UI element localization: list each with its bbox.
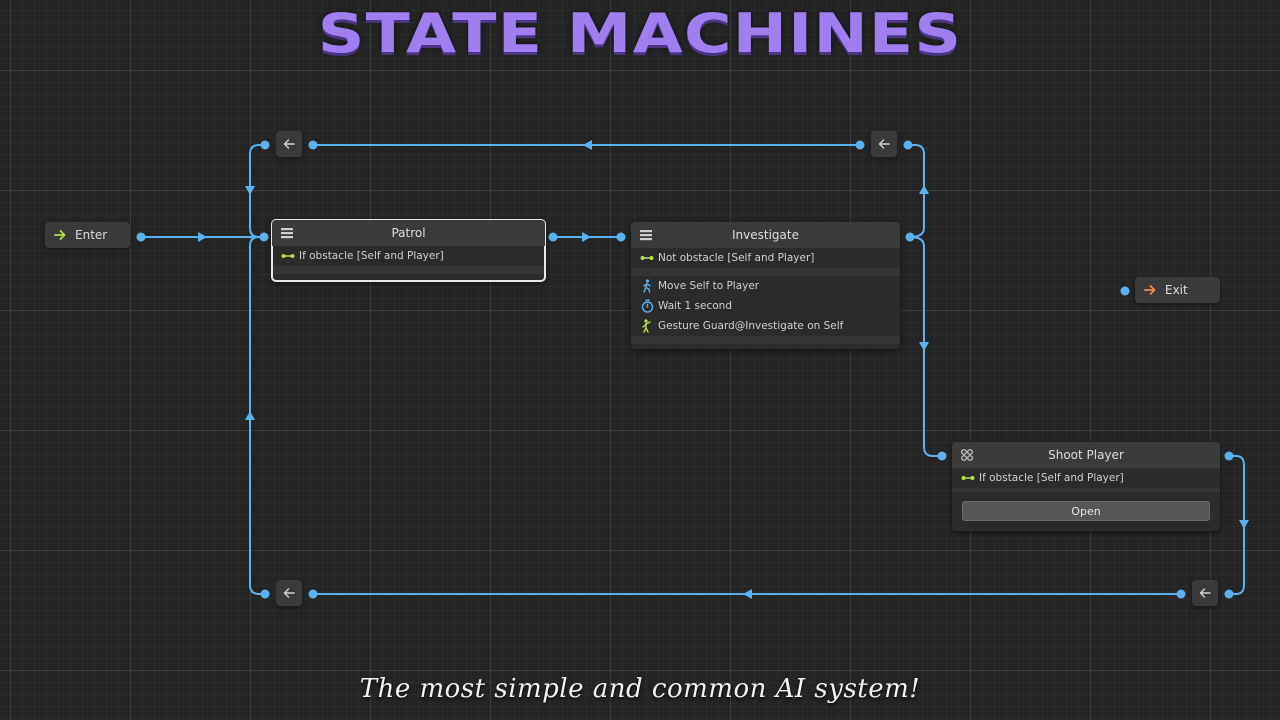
wire-arrow bbox=[1239, 520, 1249, 529]
action-row[interactable]: Move Self to Player bbox=[631, 276, 900, 296]
condition-row[interactable]: If obstacle [Self and Player] bbox=[272, 246, 545, 266]
wire-arrow bbox=[743, 589, 752, 599]
walking-person-icon bbox=[643, 279, 651, 293]
port-dot bbox=[905, 232, 915, 242]
arrow-right-icon bbox=[1144, 285, 1156, 295]
relay-node-top-left[interactable] bbox=[276, 131, 302, 157]
action-row[interactable]: Wait 1 second bbox=[631, 296, 900, 316]
exit-label: Exit bbox=[1165, 283, 1188, 297]
condition-icon bbox=[961, 476, 975, 480]
arrow-left-icon bbox=[1199, 588, 1211, 598]
condition-row[interactable]: Not obstacle [Self and Player] bbox=[631, 248, 900, 268]
wire-arrow bbox=[582, 232, 591, 242]
port-dot bbox=[937, 451, 947, 461]
port-dot bbox=[1176, 589, 1186, 599]
port-dot bbox=[308, 140, 318, 150]
wire-arrow bbox=[583, 140, 592, 150]
state-node-investigate[interactable]: Investigate Not obstacle [Self and Playe… bbox=[631, 222, 900, 349]
arrow-left-icon bbox=[878, 139, 890, 149]
node-separator bbox=[631, 268, 900, 276]
arrow-left-icon bbox=[283, 588, 295, 598]
relay-node-top-right[interactable] bbox=[871, 131, 897, 157]
condition-icon bbox=[640, 256, 654, 260]
relay-node-bottom-right[interactable] bbox=[1192, 580, 1218, 606]
node-separator bbox=[952, 488, 1220, 492]
node-title: Investigate bbox=[732, 228, 799, 242]
port-dot bbox=[308, 589, 318, 599]
wire-arrow bbox=[245, 411, 255, 420]
action-label: Move Self to Player bbox=[658, 280, 760, 292]
port-dot bbox=[1224, 589, 1234, 599]
node-header[interactable]: Investigate bbox=[631, 222, 900, 248]
node-footer bbox=[272, 266, 545, 274]
port-dot bbox=[259, 232, 269, 242]
stopwatch-icon bbox=[641, 299, 653, 313]
wire-arrow bbox=[919, 185, 929, 194]
port-dot bbox=[855, 140, 865, 150]
condition-label: If obstacle [Self and Player] bbox=[979, 472, 1124, 484]
arrow-left-icon bbox=[283, 139, 295, 149]
open-button[interactable]: Open bbox=[962, 501, 1210, 521]
port-dot bbox=[1120, 286, 1130, 296]
wire-shoot-out bbox=[1229, 455, 1245, 595]
condition-row[interactable]: If obstacle [Self and Player] bbox=[952, 468, 1220, 488]
port-dot bbox=[548, 232, 558, 242]
state-node-shoot-player[interactable]: Shoot Player If obstacle [Self and Playe… bbox=[952, 442, 1220, 531]
transition-wires bbox=[136, 140, 1249, 599]
condition-label: If obstacle [Self and Player] bbox=[299, 250, 444, 262]
port-dot bbox=[260, 589, 270, 599]
wire-arrow bbox=[919, 342, 929, 351]
node-title: Shoot Player bbox=[1048, 448, 1124, 462]
node-header[interactable]: Patrol bbox=[272, 220, 545, 246]
hamburger-menu-icon bbox=[640, 230, 652, 241]
port-dot bbox=[1224, 451, 1234, 461]
enter-label: Enter bbox=[75, 228, 108, 242]
node-header[interactable]: Shoot Player bbox=[952, 442, 1220, 468]
trigger-icon bbox=[961, 449, 973, 461]
enter-node[interactable]: Enter bbox=[45, 222, 130, 248]
port-dot bbox=[260, 140, 270, 150]
page-subtitle: The most simple and common AI system! bbox=[359, 674, 921, 704]
hamburger-menu-icon bbox=[281, 228, 293, 239]
wire-arrow bbox=[245, 186, 255, 195]
state-node-patrol[interactable]: Patrol If obstacle [Self and Player] bbox=[271, 219, 546, 282]
wire-arrow bbox=[198, 232, 207, 242]
exit-node[interactable]: Exit bbox=[1135, 277, 1220, 303]
port-dot bbox=[616, 232, 626, 242]
node-title: Patrol bbox=[391, 226, 426, 240]
gesture-person-icon bbox=[642, 319, 651, 333]
action-label: Gesture Guard@Investigate on Self bbox=[658, 320, 844, 332]
condition-label: Not obstacle [Self and Player] bbox=[658, 252, 815, 264]
node-footer bbox=[631, 336, 900, 344]
action-row[interactable]: Gesture Guard@Investigate on Self bbox=[631, 316, 900, 336]
action-label: Wait 1 second bbox=[658, 300, 732, 312]
wire-top-left-down bbox=[249, 144, 265, 238]
relay-node-bottom-left[interactable] bbox=[276, 580, 302, 606]
port-dot bbox=[903, 140, 913, 150]
arrow-right-icon bbox=[54, 230, 66, 240]
port-dot bbox=[136, 232, 146, 242]
condition-icon bbox=[281, 254, 295, 258]
